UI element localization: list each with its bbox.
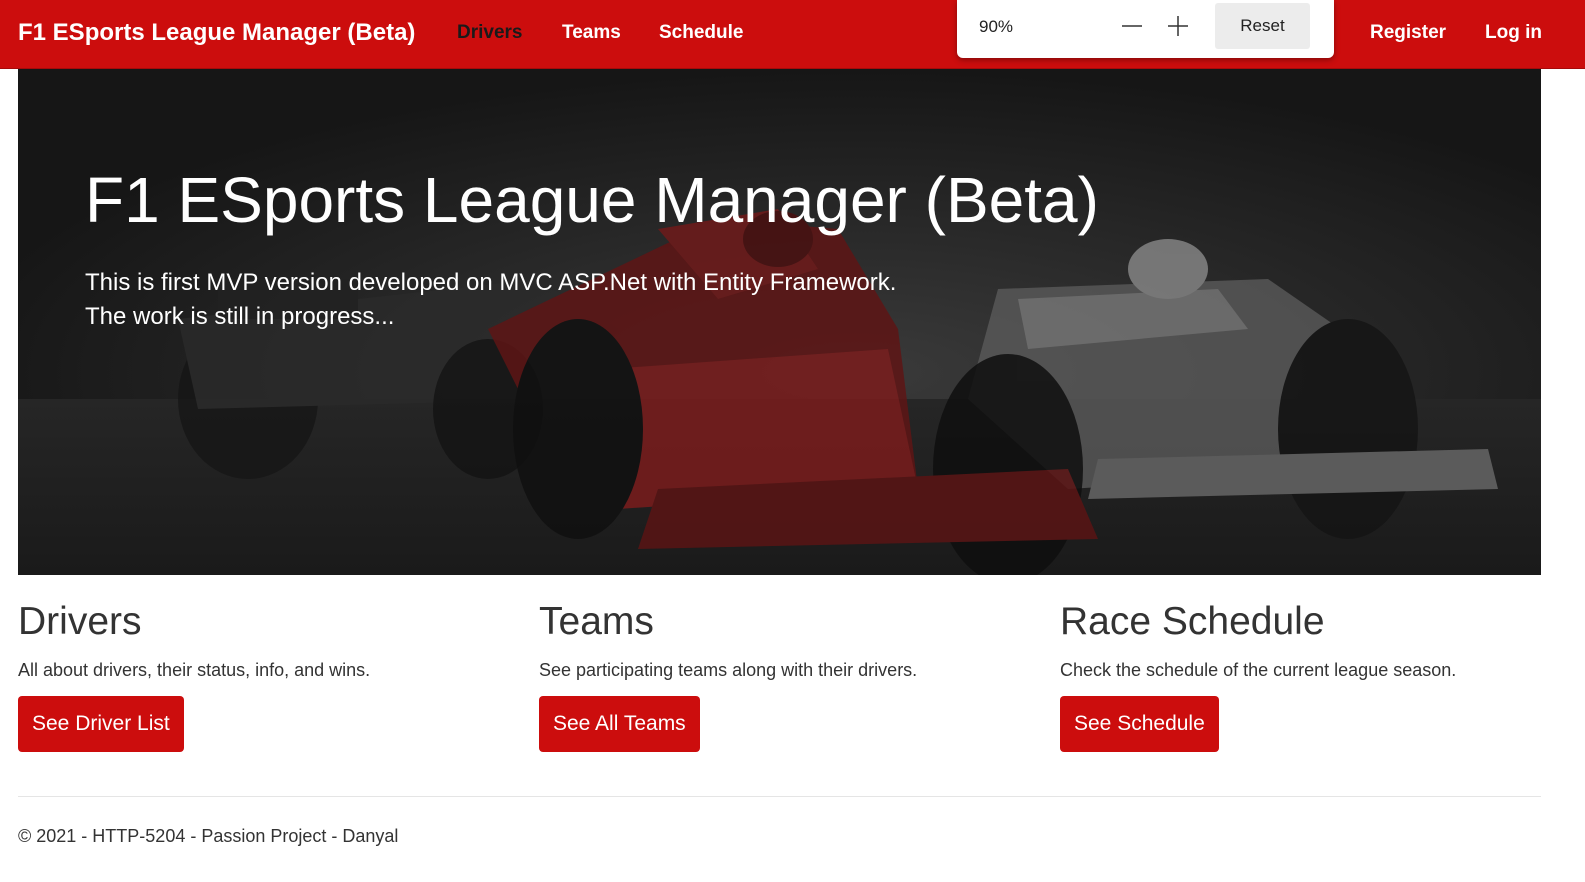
- drivers-section: Drivers All about drivers, their status,…: [18, 600, 518, 752]
- schedule-description: Check the schedule of the current league…: [1060, 660, 1457, 680]
- zoom-reset-button[interactable]: Reset: [1215, 3, 1310, 49]
- schedule-heading: Race Schedule: [1060, 600, 1325, 643]
- zoom-in-button[interactable]: [1160, 10, 1196, 42]
- zoom-out-button[interactable]: [1114, 10, 1150, 42]
- zoom-level: 90%: [979, 17, 1014, 36]
- footer-divider: [18, 796, 1541, 797]
- see-all-teams-button[interactable]: See All Teams: [539, 696, 700, 752]
- hero-title: F1 ESports League Manager (Beta): [85, 164, 1099, 236]
- teams-heading: Teams: [539, 600, 654, 643]
- nav-register[interactable]: Register: [1370, 22, 1446, 44]
- hero-description-line-2: The work is still in progress...: [85, 303, 395, 330]
- hero-banner: F1 ESports League Manager (Beta) This is…: [18, 69, 1541, 575]
- see-driver-list-button[interactable]: See Driver List: [18, 696, 184, 752]
- drivers-heading: Drivers: [18, 600, 142, 643]
- teams-description: See participating teams along with their…: [539, 660, 918, 680]
- drivers-description: All about drivers, their status, info, a…: [18, 660, 371, 680]
- nav-drivers[interactable]: Drivers: [457, 22, 523, 44]
- footer-text: © 2021 - HTTP-5204 - Passion Project - D…: [18, 826, 399, 846]
- plus-icon: [1168, 16, 1188, 36]
- teams-section: Teams See participating teams along with…: [539, 600, 1039, 752]
- minus-icon: [1122, 25, 1142, 27]
- brand-link[interactable]: F1 ESports League Manager (Beta): [18, 19, 415, 47]
- nav-login[interactable]: Log in: [1485, 22, 1542, 44]
- nav-teams[interactable]: Teams: [562, 22, 621, 44]
- hero-description-line-1: This is first MVP version developed on M…: [85, 269, 897, 296]
- top-navbar: F1 ESports League Manager (Beta) Drivers…: [0, 0, 1585, 69]
- see-schedule-button[interactable]: See Schedule: [1060, 696, 1219, 752]
- schedule-section: Race Schedule Check the schedule of the …: [1060, 600, 1560, 752]
- zoom-popup: 90% Reset: [957, 0, 1334, 58]
- nav-schedule[interactable]: Schedule: [659, 22, 743, 44]
